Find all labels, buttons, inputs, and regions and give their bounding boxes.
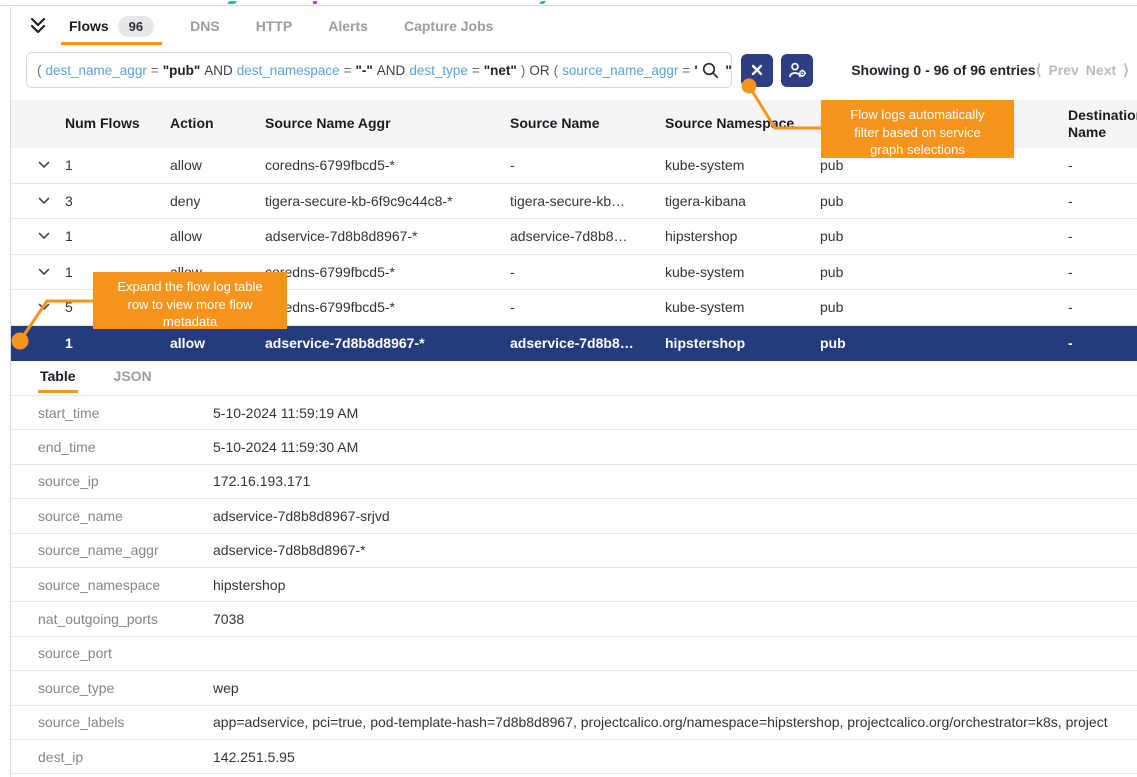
tab-dns[interactable]: DNS bbox=[186, 7, 224, 45]
query-token: = bbox=[682, 63, 690, 78]
tooltip-filter-callout: Flow logs automatically filter based on … bbox=[821, 100, 1014, 158]
header-source-name-aggr: Source Name Aggr bbox=[265, 115, 510, 133]
detail-row: source_name adservice-7d8b8d8967-srjvd bbox=[11, 499, 1137, 533]
search-icon[interactable] bbox=[697, 55, 725, 85]
query-token: AND bbox=[377, 63, 406, 78]
query-token: source_name_aggr bbox=[562, 63, 678, 78]
prev-chevron-icon[interactable]: ⟨ bbox=[1036, 61, 1042, 79]
prev-button[interactable]: Prev bbox=[1048, 62, 1078, 78]
pagination: ⟨ Prev Next ⟩ bbox=[1036, 61, 1129, 79]
flow-row-selected[interactable]: 1 allow adservice-7d8b8d8967-* adservice… bbox=[11, 326, 1137, 362]
detail-row: source_ip 172.16.193.171 bbox=[11, 465, 1137, 499]
query-token: "net" bbox=[484, 63, 517, 78]
detail-tab-table[interactable]: Table bbox=[38, 362, 78, 392]
graph-edge-artifact bbox=[313, 1, 317, 4]
header-source-name: Source Name bbox=[510, 115, 665, 133]
flows-count-badge: 96 bbox=[118, 16, 154, 37]
user-gear-icon bbox=[788, 61, 807, 79]
query-token: = bbox=[472, 63, 480, 78]
customize-columns-button[interactable] bbox=[781, 54, 813, 87]
expand-row-chevron-icon[interactable] bbox=[38, 268, 65, 276]
detail-row: dest_ip 142.251.5.95 bbox=[11, 740, 1137, 774]
flow-detail-tabs: Table JSON bbox=[11, 362, 1137, 396]
header-destination-name: Destination Name bbox=[1068, 107, 1137, 142]
query-token: dest_namespace bbox=[237, 63, 340, 78]
expand-row-chevron-icon[interactable] bbox=[38, 232, 65, 240]
detail-row: nat_outgoing_ports 7038 bbox=[11, 602, 1137, 636]
query-token: dest_type bbox=[409, 63, 468, 78]
query-token: = bbox=[151, 63, 159, 78]
upper-content-edge bbox=[0, 0, 1137, 6]
tab-alerts[interactable]: Alerts bbox=[324, 7, 372, 45]
detail-row: source_port bbox=[11, 637, 1137, 671]
header-action: Action bbox=[170, 115, 265, 133]
detail-tab-json[interactable]: JSON bbox=[112, 362, 154, 392]
tooltip-expand-row-callout: Expand the flow log table row to view mo… bbox=[93, 272, 287, 329]
chevron-double-down-icon bbox=[29, 17, 47, 35]
detail-row: source_labels app=adservice, pci=true, p… bbox=[11, 706, 1137, 740]
query-token: ) bbox=[521, 63, 526, 78]
next-button[interactable]: Next bbox=[1086, 62, 1116, 78]
query-token: OR bbox=[529, 63, 549, 78]
query-token: "pub" bbox=[163, 63, 201, 78]
tab-http[interactable]: HTTP bbox=[252, 7, 297, 45]
next-chevron-icon[interactable]: ⟩ bbox=[1123, 61, 1129, 79]
graph-edge-artifact bbox=[539, 1, 546, 4]
expand-row-chevron-icon[interactable] bbox=[38, 303, 65, 311]
query-token: dest_name_aggr bbox=[46, 63, 147, 78]
filter-band: ( dest_name_aggr = "pub" AND dest_namesp… bbox=[26, 52, 1129, 88]
query-token: ( bbox=[554, 63, 559, 78]
expand-row-chevron-icon[interactable] bbox=[38, 197, 65, 205]
detail-row: start_time 5-10-2024 11:59:19 AM bbox=[11, 396, 1137, 430]
tab-capture-jobs[interactable]: Capture Jobs bbox=[400, 7, 497, 45]
clear-filter-button[interactable] bbox=[741, 54, 773, 87]
detail-row: source_name_aggr adservice-7d8b8d8967-* bbox=[11, 534, 1137, 568]
filter-query-input[interactable]: ( dest_name_aggr = "pub" AND dest_namesp… bbox=[26, 52, 732, 88]
tab-flows-label: Flows bbox=[69, 18, 109, 34]
query-token: AND bbox=[204, 63, 233, 78]
x-close-icon bbox=[749, 62, 765, 78]
flow-row[interactable]: 3 deny tigera-secure-kb-6f9c9c44c8-* tig… bbox=[11, 184, 1137, 220]
showing-entries-text: Showing 0 - 96 of 96 entries bbox=[851, 62, 1035, 78]
collapse-panel-button[interactable] bbox=[23, 11, 53, 41]
graph-edge-artifact bbox=[227, 1, 237, 4]
detail-row: source_type wep bbox=[11, 671, 1137, 705]
query-token: ( bbox=[37, 63, 42, 78]
query-token: "-" bbox=[356, 63, 373, 78]
header-source-namespace: Source Namespace bbox=[665, 115, 820, 133]
log-type-tab-bar: Flows 96 DNS HTTP Alerts Capture Jobs bbox=[11, 7, 1137, 45]
magnifier-icon bbox=[702, 62, 719, 79]
expand-row-chevron-icon[interactable] bbox=[38, 161, 65, 169]
detail-row: source_namespace hipstershop bbox=[11, 568, 1137, 602]
tab-flows[interactable]: Flows 96 bbox=[65, 7, 158, 45]
detail-row: end_time 5-10-2024 11:59:30 AM bbox=[11, 430, 1137, 464]
header-num-flows: Num Flows bbox=[65, 115, 170, 133]
flow-row[interactable]: 1 allow adservice-7d8b8d8967-* adservice… bbox=[11, 219, 1137, 255]
query-token: = bbox=[344, 63, 352, 78]
flow-detail-table: start_time 5-10-2024 11:59:19 AM end_tim… bbox=[11, 396, 1137, 774]
